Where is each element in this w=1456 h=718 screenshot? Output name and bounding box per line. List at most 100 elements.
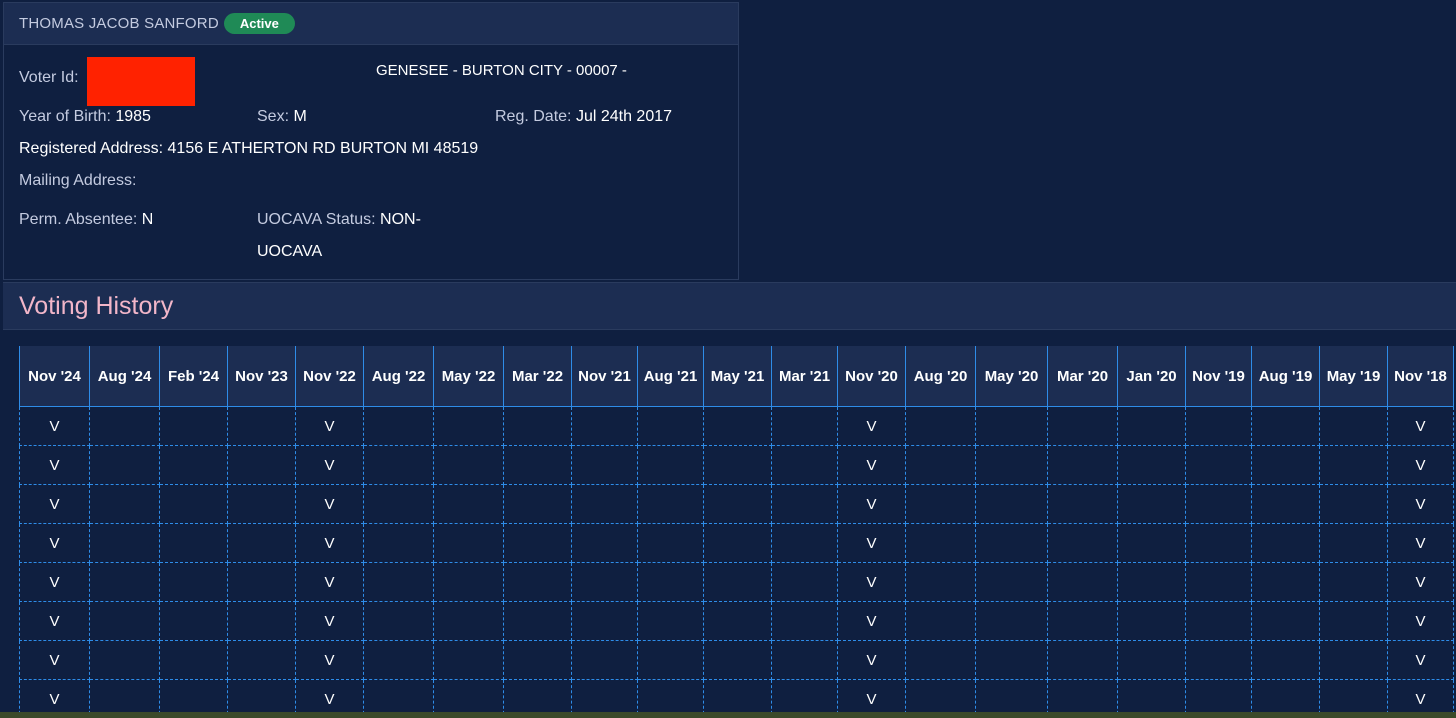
vote-cell: V: [19, 445, 90, 485]
column-header[interactable]: Aug '21: [637, 346, 704, 407]
vote-cell: [975, 640, 1048, 680]
vote-cell: [703, 406, 772, 446]
column-header[interactable]: May '21: [703, 346, 772, 407]
vote-cell: [363, 523, 434, 563]
vote-cell: [771, 406, 838, 446]
column-header[interactable]: Nov '19: [1185, 346, 1252, 407]
column-header[interactable]: Jan '20: [1117, 346, 1186, 407]
vote-cell: [503, 601, 572, 641]
vote-cell: [89, 523, 160, 563]
vote-cell: [1319, 601, 1388, 641]
vote-cell: [1251, 406, 1320, 446]
vote-cell: [1251, 562, 1320, 602]
column-header[interactable]: Mar '21: [771, 346, 838, 407]
vote-cell: [1047, 640, 1118, 680]
table-row: VVVV: [19, 445, 1454, 485]
column-header[interactable]: Nov '18: [1387, 346, 1454, 407]
vote-cell: [433, 484, 504, 524]
vote-cell: [975, 484, 1048, 524]
column-header[interactable]: May '22: [433, 346, 504, 407]
column-header[interactable]: Nov '20: [837, 346, 906, 407]
column-header[interactable]: May '19: [1319, 346, 1388, 407]
jurisdiction: GENESEE - BURTON CITY - 00007 -: [376, 62, 627, 79]
vote-cell: [905, 484, 976, 524]
voting-history-table: Nov '24 Aug '24 Feb '24 Nov '23 Nov '22 Aug '…: [19, 346, 1454, 718]
vote-cell: [503, 640, 572, 680]
vote-cell: [571, 406, 638, 446]
voting-history-table-container[interactable]: Nov '24 Aug '24 Feb '24 Nov '23 Nov '22 Aug '…: [19, 346, 1456, 718]
vote-cell: V: [19, 601, 90, 641]
vote-cell: V: [295, 601, 364, 641]
column-header[interactable]: Feb '24: [159, 346, 228, 407]
vote-cell: [975, 445, 1048, 485]
vote-cell: V: [1387, 601, 1454, 641]
column-header[interactable]: May '20: [975, 346, 1048, 407]
vote-cell: [1251, 523, 1320, 563]
vote-cell: [771, 523, 838, 563]
voter-id-label: Voter Id:: [19, 69, 79, 86]
vote-cell: [1319, 406, 1388, 446]
vote-cell: [433, 640, 504, 680]
vote-cell: [1251, 601, 1320, 641]
table-row: VVVV: [19, 601, 1454, 641]
vote-cell: [571, 562, 638, 602]
column-header[interactable]: Nov '22: [295, 346, 364, 407]
year-of-birth: Year of Birth: 1985: [19, 108, 151, 126]
vote-cell: [433, 445, 504, 485]
vote-cell: [1185, 406, 1252, 446]
column-header[interactable]: Nov '21: [571, 346, 638, 407]
vote-cell: [89, 601, 160, 641]
vote-cell: [503, 484, 572, 524]
column-header[interactable]: Aug '19: [1251, 346, 1320, 407]
vote-cell: [1185, 523, 1252, 563]
vote-cell: [637, 484, 704, 524]
column-header[interactable]: Aug '24: [89, 346, 160, 407]
reg-date-label: Reg. Date:: [495, 108, 572, 125]
vote-cell: [227, 640, 296, 680]
column-header[interactable]: Aug '22: [363, 346, 434, 407]
vote-cell: [703, 601, 772, 641]
vote-cell: [89, 445, 160, 485]
table-row: VVVV: [19, 562, 1454, 602]
vote-cell: [905, 523, 976, 563]
column-header[interactable]: Mar '20: [1047, 346, 1118, 407]
vote-cell: [433, 601, 504, 641]
vote-cell: [571, 601, 638, 641]
vote-cell: [1047, 523, 1118, 563]
vote-cell: [363, 601, 434, 641]
perm-absentee: Perm. Absentee: N: [19, 211, 153, 229]
vote-cell: V: [19, 523, 90, 563]
column-header[interactable]: Nov '23: [227, 346, 296, 407]
column-header[interactable]: Mar '22: [503, 346, 572, 407]
vote-cell: [571, 445, 638, 485]
vote-cell: V: [837, 640, 906, 680]
table-row: VVVV: [19, 523, 1454, 563]
vote-cell: [905, 562, 976, 602]
vote-cell: [637, 445, 704, 485]
column-header[interactable]: Nov '24: [19, 346, 90, 407]
vote-cell: [1251, 640, 1320, 680]
voter-card-header: THOMAS JACOB SANFORD Active: [4, 3, 738, 45]
vote-cell: [1047, 445, 1118, 485]
status-badge: Active: [223, 13, 295, 34]
vote-cell: [1319, 445, 1388, 485]
registered-address-value: 4156 E ATHERTON RD BURTON MI 48519: [167, 140, 479, 157]
vote-cell: [503, 406, 572, 446]
vote-cell: V: [19, 640, 90, 680]
vote-cell: [1319, 523, 1388, 563]
vote-cell: V: [295, 445, 364, 485]
vote-cell: [1319, 562, 1388, 602]
vote-cell: [637, 406, 704, 446]
vote-cell: [1251, 484, 1320, 524]
column-header[interactable]: Aug '20: [905, 346, 976, 407]
voter-name: THOMAS JACOB SANFORD: [19, 15, 219, 32]
vote-cell: [703, 523, 772, 563]
vote-cell: V: [837, 445, 906, 485]
vote-cell: [975, 523, 1048, 563]
table-row: VVVV: [19, 406, 1454, 446]
table-header-row: Nov '24 Aug '24 Feb '24 Nov '23 Nov '22 Aug '…: [19, 346, 1454, 407]
vote-cell: V: [837, 523, 906, 563]
vote-cell: [1117, 406, 1186, 446]
vote-cell: [703, 445, 772, 485]
vote-cell: [227, 445, 296, 485]
